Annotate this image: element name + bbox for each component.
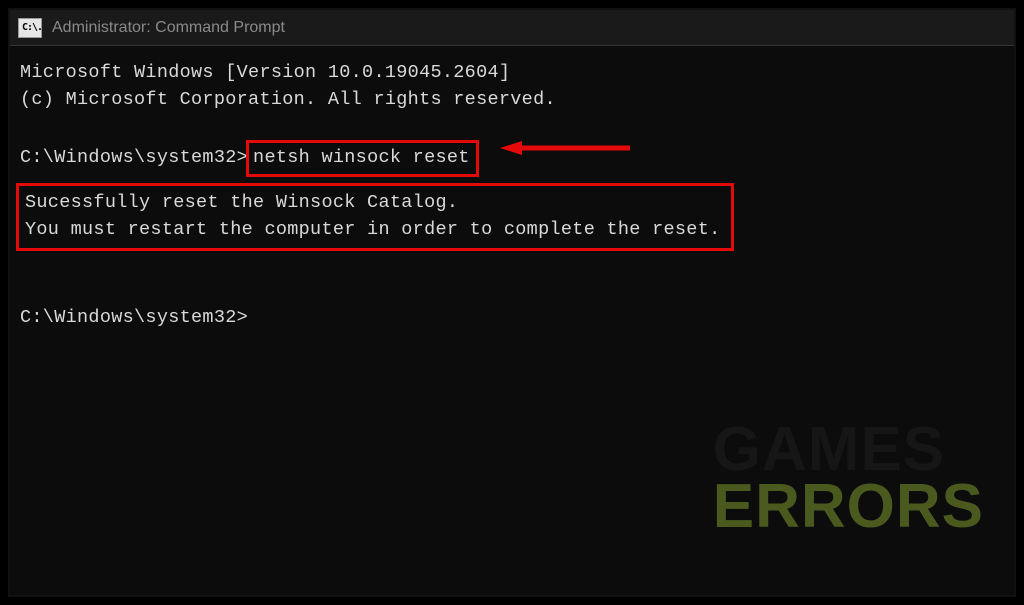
command-highlight-box: netsh winsock reset (246, 140, 479, 177)
output-highlight-box: Sucessfully reset the Winsock Catalog. Y… (16, 183, 734, 251)
cmd-icon: C:\. (18, 18, 42, 38)
window-titlebar[interactable]: C:\. Administrator: Command Prompt (10, 10, 1014, 46)
watermark-line-2: ERRORS (713, 478, 984, 535)
output-line-1: Sucessfully reset the Winsock Catalog. (25, 190, 721, 217)
copyright-line: (c) Microsoft Corporation. All rights re… (20, 87, 1004, 114)
terminal-output-area[interactable]: Microsoft Windows [Version 10.0.19045.26… (10, 46, 1014, 595)
prompt-path-1: C:\Windows\system32> (20, 147, 248, 168)
version-line: Microsoft Windows [Version 10.0.19045.26… (20, 60, 1004, 87)
command-prompt-window: C:\. Administrator: Command Prompt Micro… (8, 8, 1016, 597)
cmd-icon-label: C:\. (22, 22, 42, 33)
output-line-2: You must restart the computer in order t… (25, 217, 721, 244)
watermark: GAMES ERRORS (713, 421, 984, 535)
window-title: Administrator: Command Prompt (52, 19, 285, 37)
watermark-line-1: GAMES (713, 421, 984, 478)
prompt-line-2: C:\Windows\system32> (20, 305, 1004, 332)
typed-command: netsh winsock reset (253, 147, 470, 168)
prompt-line-1: C:\Windows\system32>netsh winsock reset (20, 140, 1004, 177)
